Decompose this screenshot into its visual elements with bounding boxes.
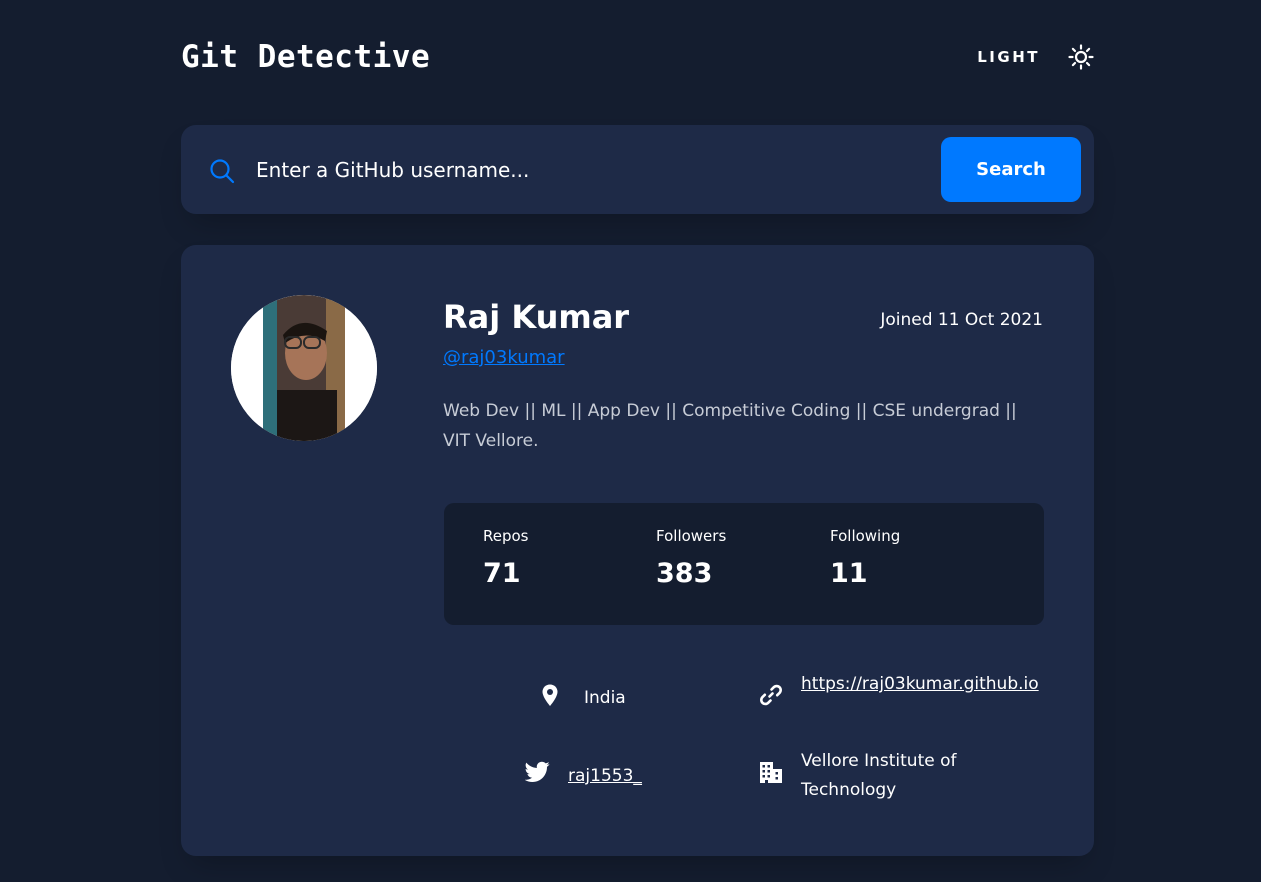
profile-bio: Web Dev || ML || App Dev || Competitive …	[443, 401, 1017, 451]
location-pin-icon	[542, 684, 558, 706]
building-icon	[760, 762, 782, 783]
joined-date: Joined 11 Oct 2021	[880, 310, 1043, 330]
search-icon	[210, 159, 235, 184]
twitter-icon	[525, 761, 550, 782]
stat-repos: Repos 71	[483, 527, 529, 589]
profile-login-link[interactable]: @raj03kumar	[443, 347, 565, 368]
theme-label: LIGHT	[977, 48, 1040, 66]
stats-box	[444, 503, 1044, 625]
stat-label: Following	[830, 527, 901, 545]
stat-value: 71	[483, 558, 521, 589]
header: Git Detective LIGHT	[181, 36, 1094, 78]
theme-toggle[interactable]: LIGHT	[977, 44, 1094, 70]
stat-value: 383	[656, 558, 713, 589]
stat-value: 11	[830, 558, 868, 589]
stat-followers: Followers 383	[656, 527, 726, 589]
info-website-link[interactable]: https://raj03kumar.github.io	[801, 670, 1041, 699]
stat-label: Followers	[656, 527, 727, 545]
avatar	[231, 295, 377, 441]
info-twitter-link[interactable]: raj1553_	[568, 762, 642, 791]
stat-following: Following 11	[830, 527, 900, 589]
link-icon	[760, 684, 782, 706]
stat-label: Repos	[483, 527, 529, 545]
search-button[interactable]: Search	[941, 137, 1081, 202]
sun-icon	[1068, 44, 1094, 70]
info-company: Vellore Institute of Technology	[801, 751, 957, 800]
search-input[interactable]	[256, 150, 926, 190]
app-title: Git Detective	[181, 39, 431, 75]
info-location: India	[584, 688, 626, 708]
profile-name: Raj Kumar	[443, 298, 630, 336]
